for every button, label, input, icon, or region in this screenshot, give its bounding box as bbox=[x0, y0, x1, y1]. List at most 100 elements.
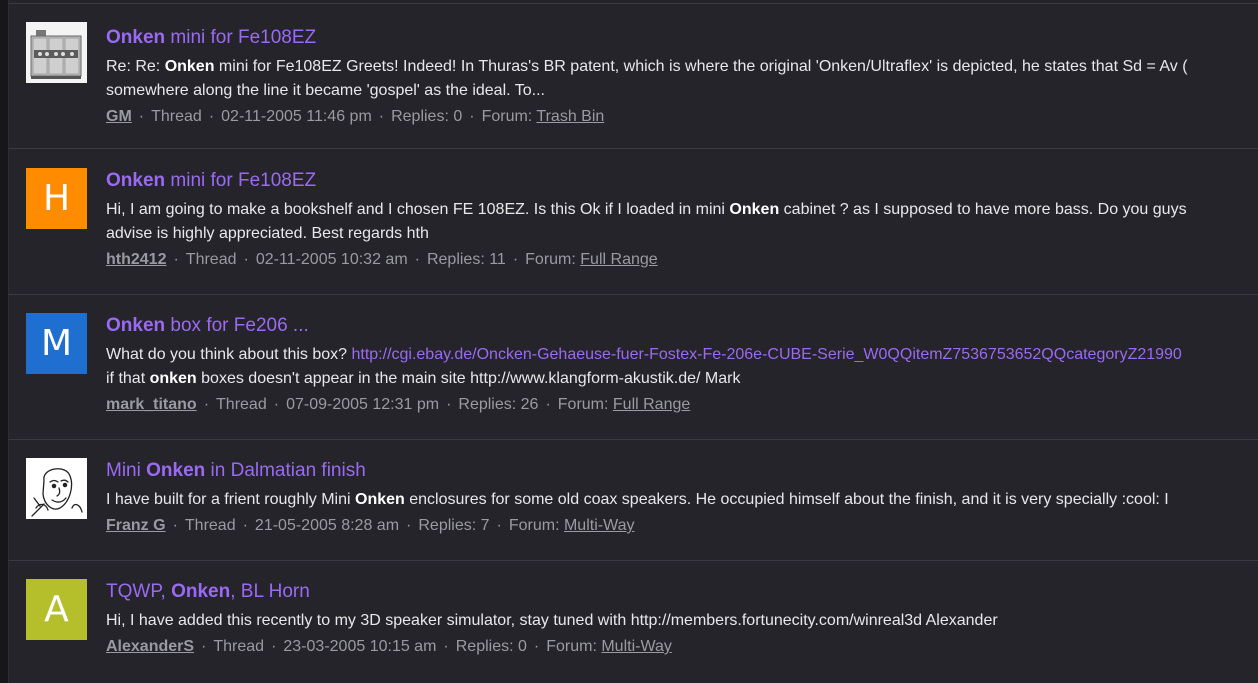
text-segment: Mini bbox=[106, 460, 147, 481]
result-title-link[interactable]: TQWP, Onken, BL Horn bbox=[106, 580, 998, 604]
snippet-line: advise is highly appreciated. Best regar… bbox=[106, 222, 1187, 246]
meta-separator: · bbox=[446, 396, 452, 413]
author-link[interactable]: hth2412 bbox=[106, 251, 166, 268]
avatar[interactable]: M bbox=[26, 313, 87, 374]
author-link[interactable]: mark_titano bbox=[106, 396, 197, 413]
forum-label: Forum: bbox=[557, 396, 609, 413]
meta-separator: · bbox=[243, 251, 249, 268]
meta-separator: · bbox=[271, 638, 277, 655]
meta-separator: · bbox=[533, 638, 540, 655]
highlighted-term: Onken bbox=[355, 491, 405, 508]
snippet-link[interactable]: http://cgi.ebay.de/Oncken-Gehaeuse-fuer-… bbox=[351, 346, 1181, 363]
author-link[interactable]: AlexanderS bbox=[106, 638, 194, 655]
text-segment: mini for Fe108EZ bbox=[165, 27, 317, 48]
highlighted-term: Onken bbox=[164, 58, 215, 75]
result-content: Mini Onken in Dalmatian finish I have bui… bbox=[106, 459, 1169, 537]
result-meta: GM · Thread · 02-11-2005 11:46 pm · Replies: 0… bbox=[106, 106, 1188, 128]
author-link[interactable]: GM bbox=[106, 108, 132, 125]
meta-separator: · bbox=[201, 638, 207, 655]
speaker-cabinet-avatar[interactable] bbox=[26, 22, 87, 83]
result-content: Onken mini for Fe108EZ Hi, I am going to … bbox=[106, 169, 1187, 271]
snippet-line: What do you think about this box? http:/… bbox=[106, 343, 1182, 367]
result-meta: AlexanderS · Thread · 23-03-2005 10:15 am · Re… bbox=[106, 636, 998, 658]
forum-link[interactable]: Full Range bbox=[613, 396, 690, 413]
forum-link[interactable]: Trash Bin bbox=[536, 108, 604, 125]
reply-count: Replies: 26 bbox=[458, 396, 539, 413]
search-result-item: Mini Onken in Dalmatian finish I have bui… bbox=[9, 440, 1258, 561]
highlighted-term: onken bbox=[149, 370, 197, 387]
snippet-line: Hi, I am going to make a bookshelf and I… bbox=[106, 198, 1187, 222]
result-meta: hth2412 · Thread · 02-11-2005 10:32 am · Repli… bbox=[106, 249, 1187, 271]
meta-separator: · bbox=[496, 517, 502, 534]
meta-separator: · bbox=[378, 108, 385, 125]
text-segment: TQWP, bbox=[106, 581, 172, 602]
result-snippet: I have built for a frient roughly Mini O… bbox=[106, 488, 1169, 512]
forum-label: Forum: bbox=[546, 638, 597, 655]
meta-separator: · bbox=[469, 108, 475, 125]
forum-label: Forum: bbox=[481, 108, 533, 125]
snippet-line: I have built for a frient roughly Mini O… bbox=[106, 488, 1169, 512]
text-segment: , BL Horn bbox=[230, 581, 310, 602]
avatar[interactable]: H bbox=[26, 168, 87, 229]
post-date: 02-11-2005 11:46 pm bbox=[221, 108, 372, 125]
highlighted-term: Onken bbox=[106, 315, 166, 336]
reply-count: Replies: 0 bbox=[391, 108, 463, 125]
highlighted-term: Onken bbox=[729, 201, 780, 218]
result-title-link[interactable]: Onken box for Fe206 ... bbox=[106, 314, 1182, 338]
text-segment: What do you think about this box? bbox=[106, 346, 352, 363]
meta-separator: · bbox=[138, 108, 145, 125]
text-segment: cabinet ? as I supposed to have more bas… bbox=[779, 201, 1187, 218]
reply-count: Replies: 7 bbox=[418, 517, 490, 534]
text-segment: mini for Fe108EZ Greets! Indeed! In Thur… bbox=[214, 58, 1188, 75]
post-date: 21-05-2005 8:28 am bbox=[254, 517, 400, 534]
search-result-item: A TQWP, Onken, BL Horn Hi, I have added th… bbox=[9, 561, 1258, 683]
forum-link[interactable]: Multi-Way bbox=[564, 517, 635, 534]
text-segment: Re: Re: bbox=[106, 58, 165, 75]
search-results-panel: Onken mini for Fe108EZ Re: Re: Onken mini… bbox=[8, 0, 1258, 683]
text-segment: mini for Fe108EZ bbox=[165, 170, 317, 191]
meta-separator: · bbox=[242, 517, 248, 534]
search-result-item: Onken mini for Fe108EZ Re: Re: Onken mini… bbox=[9, 4, 1258, 149]
result-content: Onken mini for Fe108EZ Re: Re: Onken mini… bbox=[106, 26, 1188, 128]
reply-count: Replies: 11 bbox=[426, 251, 506, 268]
text-segment: enclosures for some old coax speakers. H… bbox=[404, 491, 1169, 508]
search-result-item: H Onken mini for Fe108EZ Hi, I am going to… bbox=[9, 149, 1258, 295]
result-title-link[interactable]: Onken mini for Fe108EZ bbox=[106, 169, 1187, 193]
result-title-link[interactable]: Mini Onken in Dalmatian finish bbox=[106, 459, 1169, 483]
post-date: 02-11-2005 10:32 am bbox=[255, 251, 408, 268]
meta-separator: · bbox=[273, 396, 280, 413]
result-snippet: What do you think about this box? http:/… bbox=[106, 343, 1182, 391]
highlighted-term: Onken bbox=[106, 27, 166, 48]
result-title-link[interactable]: Onken mini for Fe108EZ bbox=[106, 26, 1188, 50]
meta-separator: · bbox=[203, 396, 210, 413]
meta-separator: · bbox=[172, 517, 178, 534]
result-snippet: Hi, I am going to make a bookshelf and I… bbox=[106, 198, 1187, 246]
post-date: 07-09-2005 12:31 pm bbox=[286, 396, 440, 413]
text-segment: advise is highly appreciated. Best regar… bbox=[106, 225, 429, 242]
text-segment: boxes doesn't appear in the main site ht… bbox=[196, 370, 741, 387]
text-segment: in Dalmatian finish bbox=[205, 460, 366, 481]
reply-count: Replies: 0 bbox=[455, 638, 527, 655]
result-snippet: Hi, I have added this recently to my 3D … bbox=[106, 609, 998, 633]
meta-separator: · bbox=[443, 638, 449, 655]
avatar[interactable]: A bbox=[26, 579, 87, 640]
meta-separator: · bbox=[208, 108, 215, 125]
content-type: Thread bbox=[185, 251, 237, 268]
content-type: Thread bbox=[151, 108, 202, 125]
forum-link[interactable]: Full Range bbox=[580, 251, 657, 268]
text-segment: box for Fe206 ... bbox=[165, 315, 309, 336]
cartoon-face-avatar[interactable] bbox=[26, 458, 87, 519]
snippet-line: somewhere along the line it became 'gosp… bbox=[106, 79, 1188, 103]
result-meta: Franz G · Thread · 21-05-2005 8:28 am · Replie… bbox=[106, 515, 1169, 537]
meta-separator: · bbox=[545, 396, 551, 413]
post-date: 23-03-2005 10:15 am bbox=[283, 638, 437, 655]
text-segment: somewhere along the line it became 'gosp… bbox=[106, 82, 545, 99]
result-content: TQWP, Onken, BL Horn Hi, I have added thi… bbox=[106, 580, 998, 658]
meta-separator: · bbox=[406, 517, 412, 534]
text-segment: Hi, I am going to make a bookshelf and I… bbox=[106, 201, 730, 218]
highlighted-term: Onken bbox=[146, 460, 206, 481]
forum-link[interactable]: Multi-Way bbox=[601, 638, 672, 655]
text-segment: I have built for a frient roughly Mini bbox=[106, 491, 356, 508]
author-link[interactable]: Franz G bbox=[106, 517, 166, 534]
content-type: Thread bbox=[216, 396, 267, 413]
